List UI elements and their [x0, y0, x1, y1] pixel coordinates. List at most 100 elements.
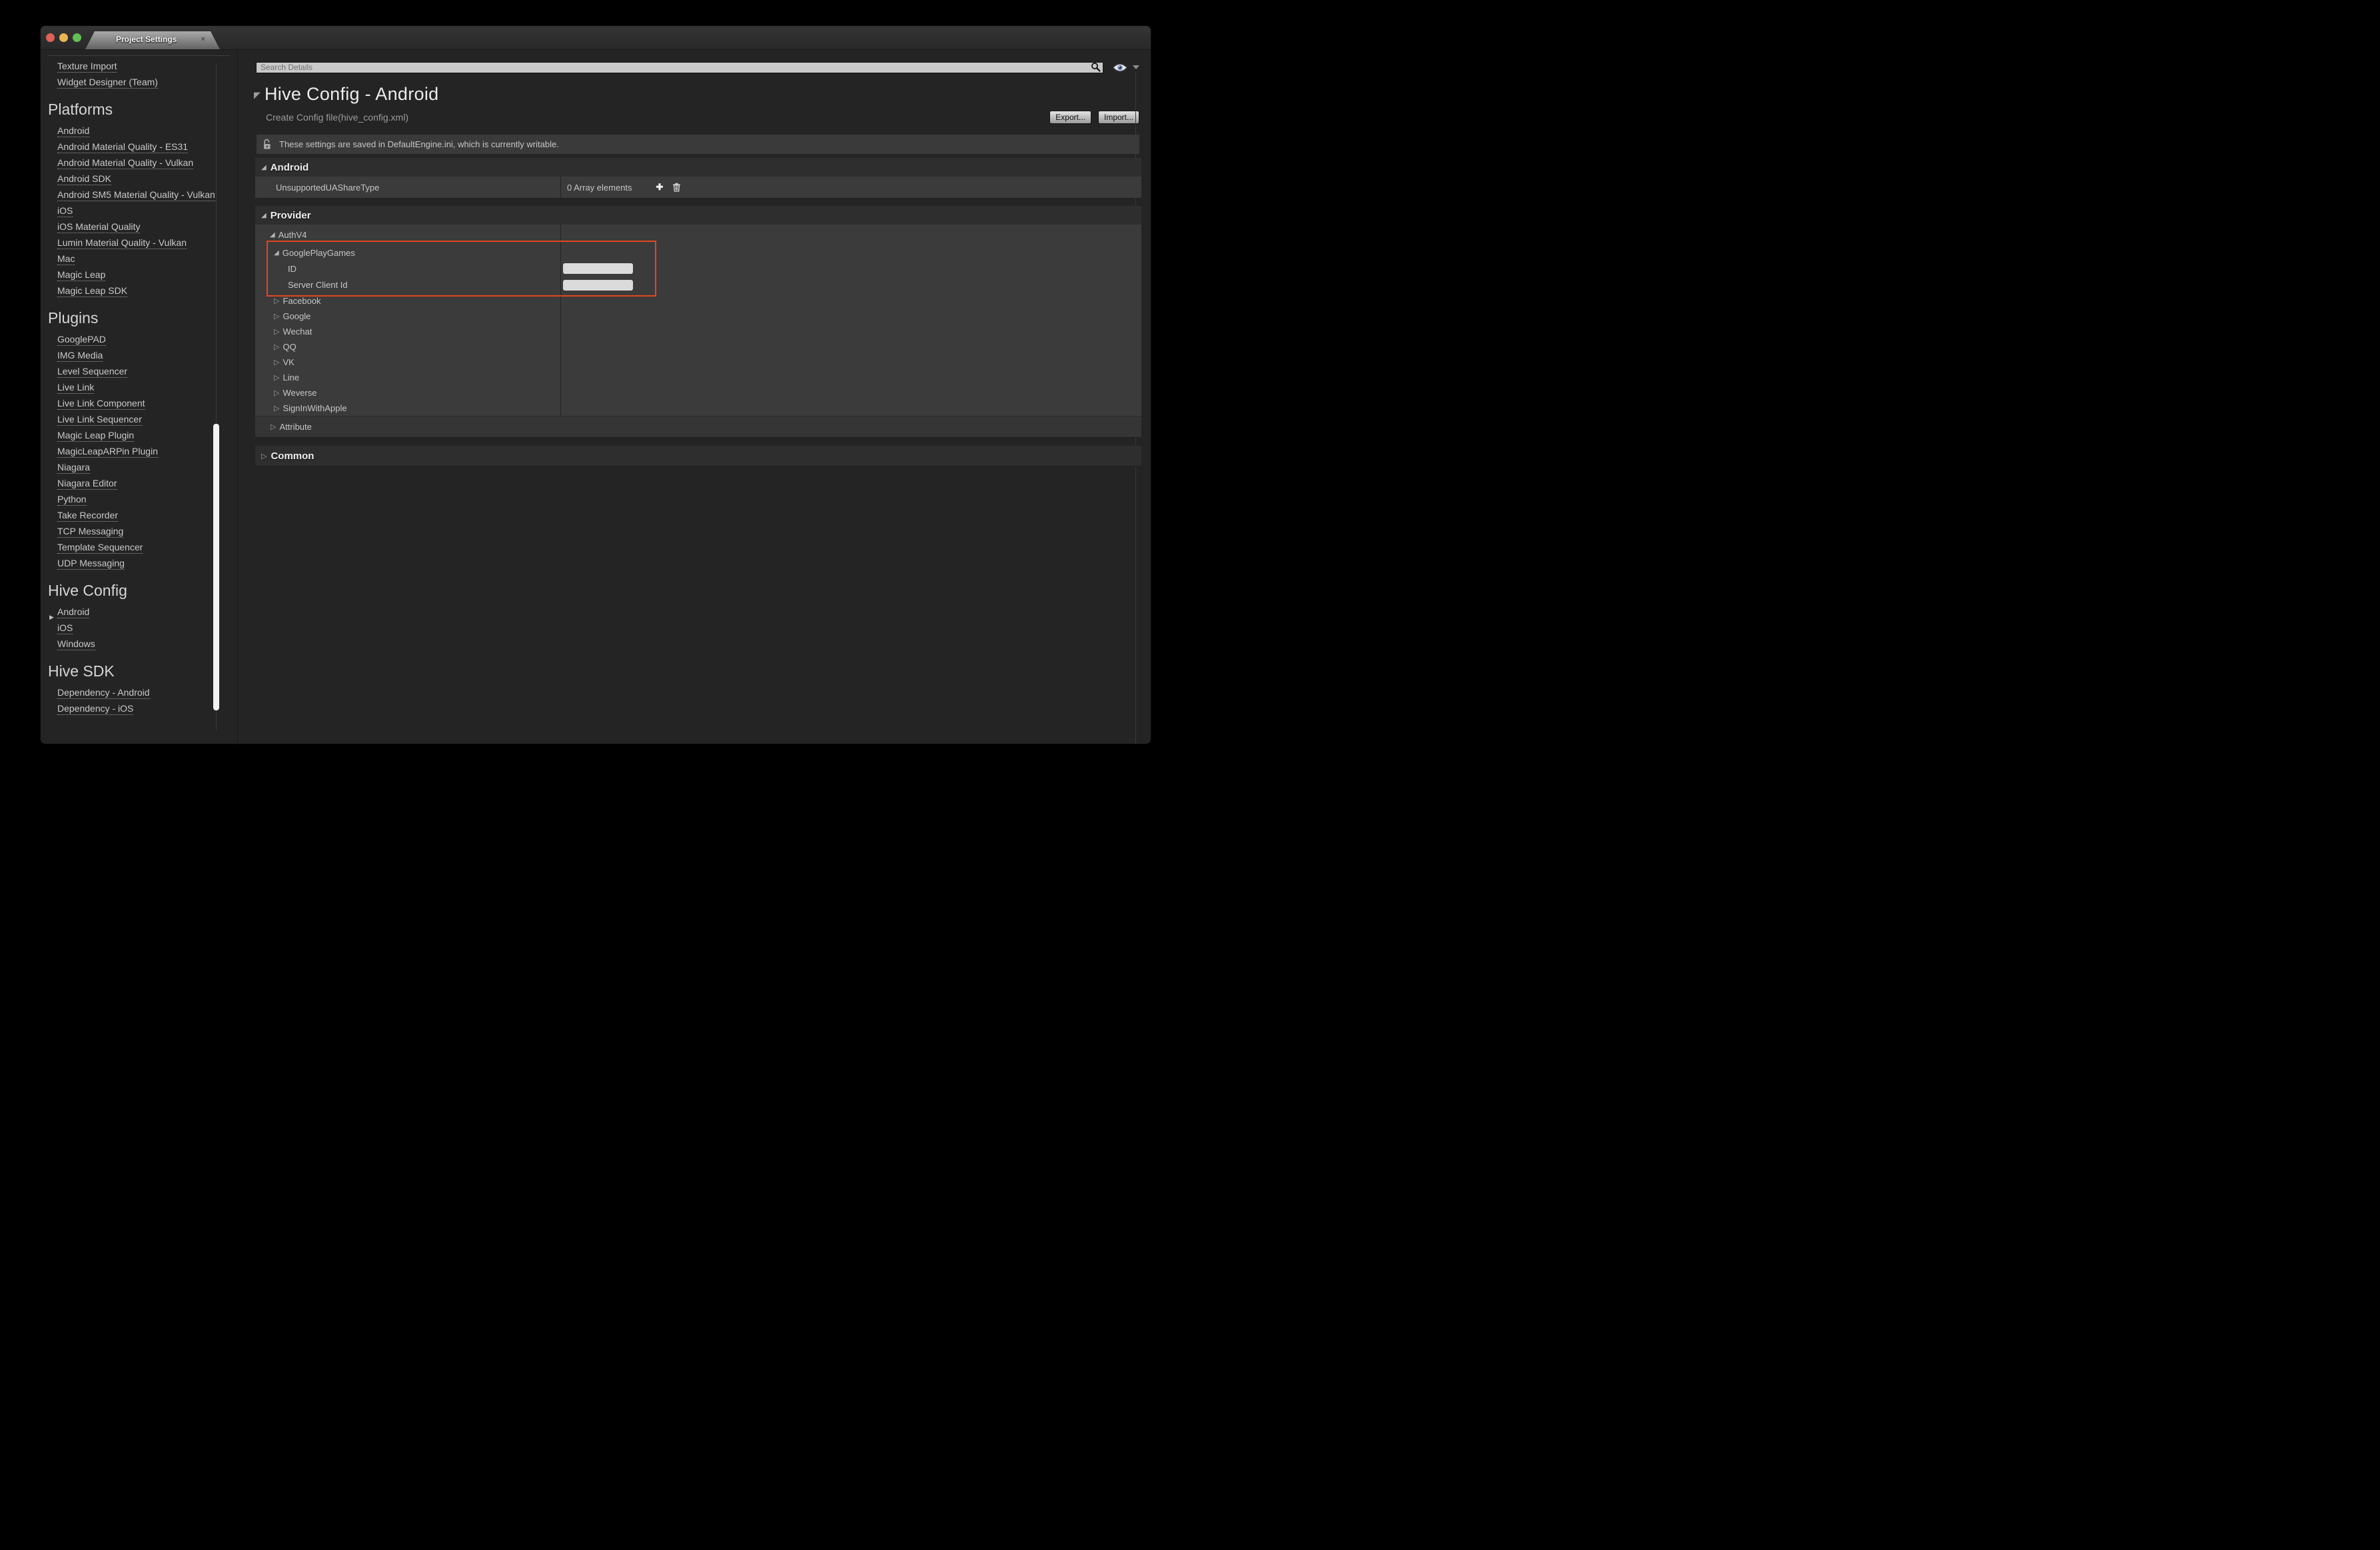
sidebar-item-live-link-component[interactable]: Live Link Component [41, 396, 237, 412]
search-input[interactable] [256, 62, 1103, 73]
server-client-id-input[interactable] [563, 280, 633, 291]
sidebar-item-hive-config-windows[interactable]: Windows [41, 636, 237, 652]
collapsed-triangle-icon[interactable]: ▷ [261, 452, 267, 460]
import-button[interactable]: Import... [1098, 111, 1139, 124]
collapsed-triangle-icon[interactable]: ▷ [274, 404, 279, 412]
sidebar-item-android-material-quality-vulkan[interactable]: Android Material Quality - Vulkan [41, 155, 237, 171]
sidebar-item-android-sdk[interactable]: Android SDK [41, 171, 237, 187]
sidebar-item-live-link-sequencer[interactable]: Live Link Sequencer [41, 412, 237, 428]
export-button[interactable]: Export... [1049, 111, 1091, 124]
sidebar-item-label: Niagara [57, 462, 90, 474]
sidebar-item-magicleaparpin-plugin[interactable]: MagicLeapARPin Plugin [41, 444, 237, 460]
collapse-triangle-icon[interactable]: ◤ [254, 90, 261, 101]
row-authv4[interactable]: ◢ AuthV4 [255, 225, 1141, 245]
visibility-eye-icon[interactable] [1113, 63, 1127, 72]
section-header-provider[interactable]: ◢ Provider [255, 206, 1141, 225]
sidebar-item-live-link[interactable]: Live Link [41, 380, 237, 396]
sidebar-item-python[interactable]: Python [41, 492, 237, 508]
create-config-file-link[interactable]: Create Config file(hive_config.xml) [266, 112, 1049, 123]
expanded-triangle-icon[interactable]: ◢ [261, 212, 267, 219]
id-input[interactable] [563, 263, 633, 274]
zoom-window-button[interactable] [73, 33, 81, 42]
close-window-button[interactable] [46, 33, 55, 42]
property-label: Attribute [279, 422, 311, 432]
sidebar-item-googlepad[interactable]: GooglePAD [41, 332, 237, 348]
add-array-element-button[interactable]: ✚ [656, 182, 664, 193]
sidebar-item-udp-messaging[interactable]: UDP Messaging [41, 556, 237, 572]
collapsed-triangle-icon[interactable]: ▷ [274, 327, 279, 336]
collapsed-triangle-icon[interactable]: ▷ [274, 388, 279, 397]
sidebar-item-magic-leap-plugin[interactable]: Magic Leap Plugin [41, 428, 237, 444]
sidebar-item-magic-leap-sdk[interactable]: Magic Leap SDK [41, 283, 237, 299]
sidebar-item-take-recorder[interactable]: Take Recorder [41, 508, 237, 524]
sidebar-item-android-material-quality-es31[interactable]: Android Material Quality - ES31 [41, 139, 237, 155]
row-qq[interactable]: ▷QQ [255, 339, 1141, 355]
sidebar-item-tcp-messaging[interactable]: TCP Messaging [41, 524, 237, 540]
row-facebook[interactable]: ▷Facebook [255, 293, 1141, 309]
sidebar-item-img-media[interactable]: IMG Media [41, 348, 237, 364]
row-vk[interactable]: ▷VK [255, 355, 1141, 370]
sidebar-item-label: Android SM5 Material Quality - Vulkan [57, 189, 215, 201]
collapsed-triangle-icon[interactable]: ▷ [274, 297, 279, 305]
config-save-notice: These settings are saved in DefaultEngin… [257, 135, 1139, 154]
sidebar-item-hive-config-android[interactable]: ▶Android [41, 604, 237, 620]
settings-sidebar: Texture Import Widget Designer (Team) Pl… [41, 50, 238, 744]
clear-array-button[interactable] [672, 183, 681, 192]
sidebar-item-niagara[interactable]: Niagara [41, 460, 237, 476]
sidebar-item-template-sequencer[interactable]: Template Sequencer [41, 540, 237, 556]
collapsed-triangle-icon[interactable]: ▷ [274, 373, 279, 382]
row-signinwithapple[interactable]: ▷SignInWithApple [255, 400, 1141, 416]
expanded-triangle-icon[interactable]: ◢ [274, 249, 279, 257]
sidebar-item-label: Live Link [57, 382, 94, 394]
sidebar-item-hive-config-ios[interactable]: iOS [41, 620, 237, 636]
property-label: Weverse [283, 388, 316, 398]
minimize-window-button[interactable] [59, 33, 68, 42]
sidebar-item-android-sm5-material-quality-vulkan[interactable]: Android SM5 Material Quality - Vulkan [41, 187, 237, 203]
section-title: Common [271, 450, 314, 462]
chevron-down-icon[interactable] [1133, 65, 1139, 69]
row-line[interactable]: ▷Line [255, 370, 1141, 385]
row-unsupporteduasharetype[interactable]: UnsupportedUAShareType 0 Array elements … [255, 177, 1141, 198]
sidebar-item-label: iOS Material Quality [57, 221, 140, 233]
sidebar-item-label: Mac [57, 253, 75, 265]
sidebar-item-label: Level Sequencer [57, 366, 127, 378]
row-weverse[interactable]: ▷ Weverse [255, 385, 1141, 400]
collapsed-triangle-icon[interactable]: ▷ [274, 312, 279, 321]
sidebar-item-magic-leap[interactable]: Magic Leap [41, 267, 237, 283]
sidebar-item-ios[interactable]: iOS [41, 203, 237, 219]
sidebar-item-dependency-ios[interactable]: Dependency - iOS [41, 701, 237, 717]
property-label: Server Client Id [288, 280, 348, 290]
sidebar-item-niagara-editor[interactable]: Niagara Editor [41, 476, 237, 492]
row-id[interactable]: ID [255, 261, 1141, 277]
expanded-triangle-icon[interactable]: ◢ [261, 164, 267, 171]
sidebar-item-lumin-material-quality-vulkan[interactable]: Lumin Material Quality - Vulkan [41, 235, 237, 251]
sidebar-item-label: Windows [57, 638, 95, 650]
section-android: ◢ Android UnsupportedUAShareType 0 Array… [255, 158, 1141, 199]
expanded-triangle-icon[interactable]: ◢ [270, 231, 275, 239]
row-attribute[interactable]: ▷Attribute [255, 416, 1141, 437]
sidebar-item-ios-material-quality[interactable]: iOS Material Quality [41, 219, 237, 235]
collapsed-triangle-icon[interactable]: ▷ [271, 422, 276, 431]
sidebar-item-label: GooglePAD [57, 334, 106, 346]
section-header-common[interactable]: ▷ Common [255, 446, 1141, 466]
sidebar-item-dependency-android[interactable]: Dependency - Android [41, 685, 237, 701]
collapsed-triangle-icon[interactable]: ▷ [274, 358, 279, 367]
row-googleplaygames[interactable]: ◢ GooglePlayGames [255, 245, 1141, 261]
sidebar-item-texture-import[interactable]: Texture Import [41, 59, 237, 75]
sidebar-scrollbar-thumb[interactable] [213, 424, 219, 710]
sidebar-item-widget-designer-team[interactable]: Widget Designer (Team) [41, 75, 237, 91]
row-wechat[interactable]: ▷Wechat [255, 324, 1141, 339]
sidebar-item-level-sequencer[interactable]: Level Sequencer [41, 364, 237, 380]
collapsed-triangle-icon[interactable]: ▷ [274, 343, 279, 351]
sidebar-item-android[interactable]: Android [41, 123, 237, 139]
tab-project-settings[interactable]: Project Settings × [85, 31, 220, 49]
section-header-android[interactable]: ◢ Android [255, 158, 1141, 177]
property-label: AuthV4 [279, 230, 307, 240]
property-label: GooglePlayGames [283, 248, 355, 258]
project-settings-window: Project Settings × Texture Import Widget… [41, 26, 1151, 744]
sidebar-item-label: Dependency - Android [57, 687, 150, 699]
tab-close-icon[interactable]: × [201, 35, 205, 43]
row-server-client-id[interactable]: Server Client Id [255, 277, 1141, 293]
sidebar-item-mac[interactable]: Mac [41, 251, 237, 267]
row-google[interactable]: ▷Google [255, 309, 1141, 324]
